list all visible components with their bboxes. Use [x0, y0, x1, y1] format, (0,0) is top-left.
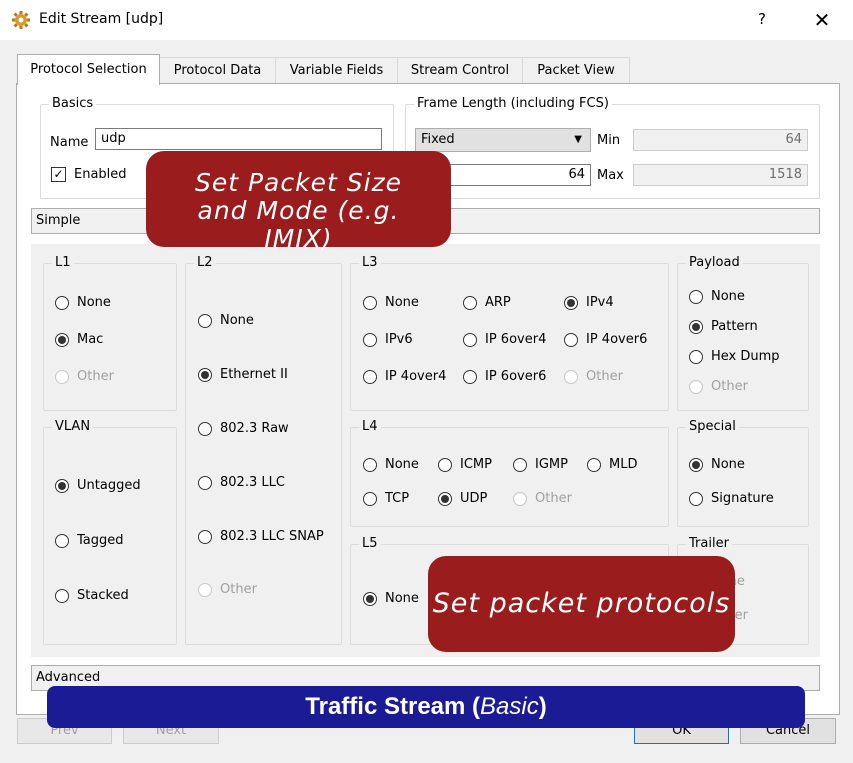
l4-tcp-radio[interactable]: TCP — [363, 491, 409, 506]
basics-title: Basics — [49, 96, 97, 112]
l3-ipv4-radio[interactable]: IPv4 — [564, 295, 614, 310]
l2-ethernet-ii-radio[interactable]: Ethernet II — [198, 367, 288, 382]
enabled-checkbox[interactable]: ✓ — [51, 167, 66, 182]
l3-ip-4over6-radio[interactable]: IP 4over6 — [564, 332, 647, 347]
frame-length-mode-select[interactable]: Fixed ▼ — [415, 128, 591, 152]
banner-end-text: ) — [538, 693, 547, 720]
l2-802-3-raw-radio[interactable]: 802.3 Raw — [198, 421, 289, 436]
frame-length-title: Frame Length (including FCS) — [414, 96, 612, 112]
l1-group: L1 None Mac Other — [43, 255, 177, 411]
l3-title: L3 — [359, 255, 381, 271]
l4-udp-radio[interactable]: UDP — [438, 491, 487, 506]
vlan-tagged-radio[interactable]: Tagged — [55, 533, 124, 548]
frame-length-mode-value: Fixed — [421, 132, 455, 147]
l4-other-radio[interactable]: Other — [513, 491, 572, 506]
payload-other-radio[interactable]: Other — [689, 379, 748, 394]
min-label: Min — [597, 133, 621, 148]
tab-stream-control[interactable]: Stream Control — [397, 57, 523, 84]
vlan-untagged-radio[interactable]: Untagged — [55, 478, 141, 493]
l3-ipv6-radio[interactable]: IPv6 — [363, 332, 413, 347]
payload-group: Payload None Pattern Hex Dump Other — [677, 255, 809, 411]
l4-title: L4 — [359, 419, 381, 435]
enabled-label: Enabled — [74, 167, 127, 182]
help-button[interactable]: ? — [751, 10, 773, 30]
payload-hex-dump-radio[interactable]: Hex Dump — [689, 349, 780, 364]
l4-igmp-radio[interactable]: IGMP — [513, 457, 568, 472]
l3-ip-6over4-radio[interactable]: IP 6over4 — [463, 332, 546, 347]
l2-802-3-llc-snap-radio[interactable]: 802.3 LLC SNAP — [198, 529, 324, 544]
frame-length-group: Frame Length (including FCS) Fixed ▼ Min… — [405, 96, 820, 199]
special-group: Special None Signature — [677, 419, 809, 527]
max-label: Max — [597, 168, 624, 183]
l3-group: L3 None ARP IPv4 IPv6 IP 6over4 IP 4over… — [350, 255, 669, 411]
special-title: Special — [686, 419, 739, 435]
l5-none-radio[interactable]: None — [363, 591, 419, 606]
name-label: Name — [50, 135, 89, 150]
l1-other-radio[interactable]: Other — [55, 369, 114, 384]
banner-italic-text: Basic — [480, 693, 539, 720]
l4-mld-radio[interactable]: MLD — [587, 457, 637, 472]
min-input[interactable]: 64 — [633, 129, 808, 151]
vlan-stacked-radio[interactable]: Stacked — [55, 588, 129, 603]
l3-arp-radio[interactable]: ARP — [463, 295, 511, 310]
l3-ip-6over6-radio[interactable]: IP 6over6 — [463, 369, 546, 384]
vlan-title: VLAN — [52, 419, 94, 435]
l5-title: L5 — [359, 536, 381, 552]
tab-protocol-data[interactable]: Protocol Data — [159, 57, 276, 84]
l1-mac-radio[interactable]: Mac — [55, 332, 103, 347]
l2-other-radio[interactable]: Other — [198, 582, 257, 597]
tab-packet-view[interactable]: Packet View — [522, 57, 630, 84]
payload-none-radio[interactable]: None — [689, 289, 745, 304]
l4-none-radio[interactable]: None — [363, 457, 419, 472]
protocols-callout: Set packet protocols — [428, 556, 735, 652]
payload-title: Payload — [686, 255, 743, 271]
banner-main-text: Traffic Stream ( — [305, 693, 481, 720]
tab-variable-fields[interactable]: Variable Fields — [275, 57, 398, 84]
l4-icmp-radio[interactable]: ICMP — [438, 457, 492, 472]
chevron-down-icon: ▼ — [574, 134, 582, 145]
l3-none-radio[interactable]: None — [363, 295, 419, 310]
packet-size-callout: Set Packet Size and Mode (e.g. IMIX) — [146, 151, 451, 253]
l1-none-radio[interactable]: None — [55, 295, 111, 310]
max-input[interactable]: 1518 — [633, 164, 808, 186]
special-none-radio[interactable]: None — [689, 457, 745, 472]
special-signature-radio[interactable]: Signature — [689, 491, 774, 506]
gear-icon — [12, 11, 30, 29]
payload-pattern-radio[interactable]: Pattern — [689, 319, 758, 334]
l3-ip-4over4-radio[interactable]: IP 4over4 — [363, 369, 446, 384]
title-bar: Edit Stream [udp] ? ✕ — [0, 0, 853, 40]
l3-other-radio[interactable]: Other — [564, 369, 623, 384]
l1-title: L1 — [52, 255, 74, 271]
tab-protocol-selection[interactable]: Protocol Selection — [17, 54, 160, 85]
l2-group: L2 None Ethernet II 802.3 Raw 802.3 LLC … — [185, 255, 342, 645]
l2-title: L2 — [194, 255, 216, 271]
vlan-group: VLAN Untagged Tagged Stacked — [43, 419, 177, 645]
close-button[interactable]: ✕ — [808, 6, 836, 34]
l4-group: L4 None ICMP IGMP MLD TCP UDP Other — [350, 419, 669, 527]
l2-none-radio[interactable]: None — [198, 313, 254, 328]
window-title: Edit Stream [udp] — [39, 11, 164, 27]
traffic-stream-banner: Traffic Stream (Basic) — [47, 686, 805, 728]
name-input[interactable]: udp — [95, 128, 382, 150]
trailer-title: Trailer — [686, 536, 732, 552]
l2-802-3-llc-radio[interactable]: 802.3 LLC — [198, 475, 285, 490]
